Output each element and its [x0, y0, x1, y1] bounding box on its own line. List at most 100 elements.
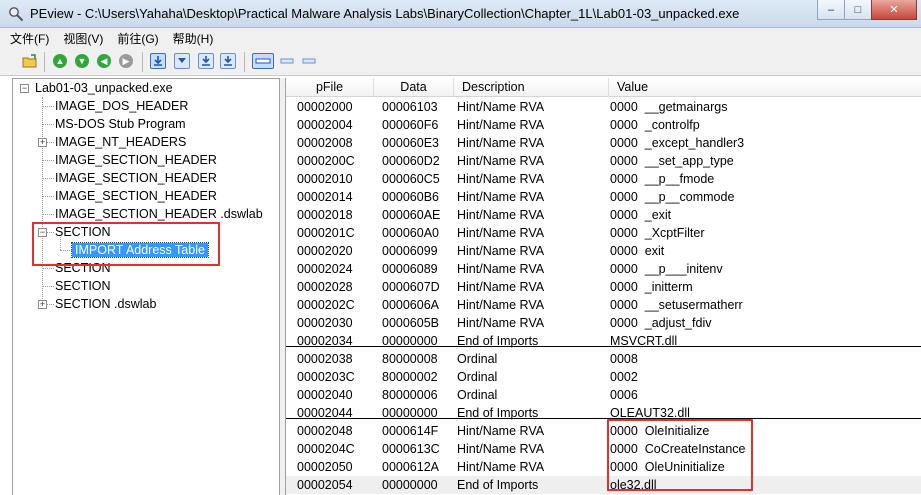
list-row[interactable]: 00002004 000060F6 Hint/Name RVA 0000 _contr…: [286, 116, 921, 134]
view-mode-icon[interactable]: [174, 53, 190, 69]
menu-file[interactable]: 文件(F): [10, 30, 49, 47]
menu-view[interactable]: 视图(V): [63, 30, 103, 47]
cell-data: 0000607D: [382, 280, 440, 294]
view-small-icon[interactable]: [300, 53, 318, 69]
tree-root-collapse-toggle[interactable]: −: [20, 84, 29, 93]
tree-item-dos-stub[interactable]: MS-DOS Stub Program: [55, 115, 186, 133]
go-forward-icon[interactable]: ▶: [118, 53, 134, 69]
cell-value: 0000 __getmainargs: [610, 100, 728, 114]
go-back-icon[interactable]: ◀: [96, 53, 112, 69]
list-row[interactable]: 00002044 00000000 End of Imports OLEAUT32.d…: [286, 404, 921, 422]
list-row[interactable]: 0000200C 000060D2 Hint/Name RVA 0000 __set_…: [286, 152, 921, 170]
cell-data: 0000613C: [382, 442, 440, 456]
cell-description: Hint/Name RVA: [457, 100, 545, 114]
toolbar: ▲ ▼ ◀ ▶: [0, 48, 921, 76]
cell-pfile: 00002054: [297, 478, 353, 492]
cell-data: 00000000: [382, 334, 438, 348]
maximize-button[interactable]: □: [844, 0, 872, 20]
list-row[interactable]: 00002020 00006099 Hint/Name RVA 0000 exit: [286, 242, 921, 260]
cell-pfile: 00002024: [297, 262, 353, 276]
cell-value: 0000 _exit: [610, 208, 672, 222]
cell-value: 0000 _XcptFilter: [610, 226, 705, 240]
cell-data: 80000006: [382, 388, 438, 402]
column-header-description[interactable]: Description: [454, 78, 609, 97]
cell-pfile: 00002014: [297, 190, 353, 204]
cell-data: 00000000: [382, 406, 438, 420]
list-row[interactable]: 00002018 000060AE Hint/Name RVA 0000 _exit: [286, 206, 921, 224]
cell-description: Hint/Name RVA: [457, 244, 545, 258]
cell-data: 00006103: [382, 100, 438, 114]
cell-value: MSVCRT.dll: [610, 334, 678, 348]
tree-item-section-header-1[interactable]: IMAGE_SECTION_HEADER: [55, 151, 217, 169]
cell-pfile: 00002018: [297, 208, 353, 222]
detail-list-pane[interactable]: pFile Data Description Value 00002000 000…: [285, 78, 921, 495]
cell-pfile: 00002050: [297, 460, 353, 474]
cell-description: Ordinal: [457, 370, 498, 384]
tree-item-section-dswlab[interactable]: SECTION .dswlab: [55, 295, 156, 313]
open-file-icon[interactable]: [22, 53, 38, 69]
list-row[interactable]: 0000203C 80000002 Ordinal 0002: [286, 368, 921, 386]
list-row[interactable]: 00002050 0000612A Hint/Name RVA 0000 OleUni…: [286, 458, 921, 476]
view-import-icon[interactable]: [220, 53, 236, 69]
list-row[interactable]: 0000204C 0000613C Hint/Name RVA 0000 CoCrea…: [286, 440, 921, 458]
view-hex-icon[interactable]: [150, 53, 166, 69]
cell-pfile: 00002008: [297, 136, 353, 150]
close-button[interactable]: ✕: [871, 0, 917, 20]
cell-value: 0000 __setusermatherr: [610, 298, 743, 312]
magnifier-app-icon: [9, 7, 24, 22]
list-row[interactable]: 00002014 000060B6 Hint/Name RVA 0000 __p__c…: [286, 188, 921, 206]
cell-data: 000060C5: [382, 172, 440, 186]
tree-root-file[interactable]: Lab01-03_unpacked.exe: [35, 79, 173, 97]
cell-data: 0000606A: [382, 298, 440, 312]
list-row[interactable]: 00002008 000060E3 Hint/Name RVA 0000 _excep…: [286, 134, 921, 152]
list-row[interactable]: 0000202C 0000606A Hint/Name RVA 0000 __setu…: [286, 296, 921, 314]
tree-item-section-header-dswlab[interactable]: IMAGE_SECTION_HEADER .dswlab: [55, 205, 263, 223]
go-up-icon[interactable]: ▲: [52, 53, 68, 69]
cell-value: 0000 __p__fmode: [610, 172, 715, 186]
list-row[interactable]: 00002034 00000000 End of Imports MSVCRT.dll: [286, 332, 921, 350]
menu-go[interactable]: 前往(G): [117, 30, 158, 47]
menu-bar: 文件(F) 视图(V) 前往(G) 帮助(H): [0, 28, 921, 48]
tree-nt-headers-expand-toggle[interactable]: +: [38, 138, 47, 147]
cell-value: 0000 __p__commode: [610, 190, 735, 204]
tree-item-section-3[interactable]: SECTION: [55, 277, 111, 295]
list-row[interactable]: 00002040 80000006 Ordinal 0006: [286, 386, 921, 404]
cell-value: 0006: [610, 388, 638, 402]
list-row[interactable]: 00002030 0000605B Hint/Name RVA 0000 _adjus…: [286, 314, 921, 332]
list-row[interactable]: 00002010 000060C5 Hint/Name RVA 0000 __p__f…: [286, 170, 921, 188]
column-header-pfile[interactable]: pFile: [286, 78, 374, 97]
view-export-icon[interactable]: [198, 53, 214, 69]
list-row[interactable]: 0000201C 000060A0 Hint/Name RVA 0000 _XcptF…: [286, 224, 921, 242]
tree-item-nt-headers[interactable]: IMAGE_NT_HEADERS: [55, 133, 186, 151]
group-separator: [286, 346, 921, 347]
cell-pfile: 00002028: [297, 280, 353, 294]
tree-pane[interactable]: − Lab01-03_unpacked.exe IMAGE_DOS_HEADER…: [12, 78, 280, 495]
cell-description: End of Imports: [457, 334, 539, 348]
list-row[interactable]: 00002038 80000008 Ordinal 0008: [286, 350, 921, 368]
annotation-highlight-box: [607, 419, 753, 491]
view-compact-icon[interactable]: [278, 53, 296, 69]
tree-item-section-header-2[interactable]: IMAGE_SECTION_HEADER: [55, 169, 217, 187]
list-row[interactable]: 00002054 00000000 End of Imports ole32.dll: [286, 476, 921, 494]
cell-value: 0000 _except_handler3: [610, 136, 745, 150]
tree-item-dos-header[interactable]: IMAGE_DOS_HEADER: [55, 97, 188, 115]
menu-help[interactable]: 帮助(H): [173, 30, 214, 47]
cell-data: 80000002: [382, 370, 438, 384]
tree-item-section-header-3[interactable]: IMAGE_SECTION_HEADER: [55, 187, 217, 205]
list-row[interactable]: 00002028 0000607D Hint/Name RVA 0000 _initt…: [286, 278, 921, 296]
cell-pfile: 0000201C: [297, 226, 355, 240]
view-list-icon[interactable]: [252, 53, 274, 69]
cell-data: 00006099: [382, 244, 438, 258]
minimize-button[interactable]: –: [817, 0, 845, 20]
column-header-value[interactable]: Value: [609, 78, 921, 97]
list-row[interactable]: 00002024 00006089 Hint/Name RVA 0000 __p___…: [286, 260, 921, 278]
cell-data: 000060D2: [382, 154, 440, 168]
list-row[interactable]: 00002048 0000614F Hint/Name RVA 0000 OleIni…: [286, 422, 921, 440]
column-header-data[interactable]: Data: [374, 78, 454, 97]
group-separator: [286, 418, 921, 419]
go-down-icon[interactable]: ▼: [74, 53, 90, 69]
tree-section-dswlab-expand-toggle[interactable]: +: [38, 300, 47, 309]
cell-pfile: 00002004: [297, 118, 353, 132]
cell-data: 000060B6: [382, 190, 440, 204]
list-row[interactable]: 00002000 00006103 Hint/Name RVA 0000 __getm…: [286, 98, 921, 116]
